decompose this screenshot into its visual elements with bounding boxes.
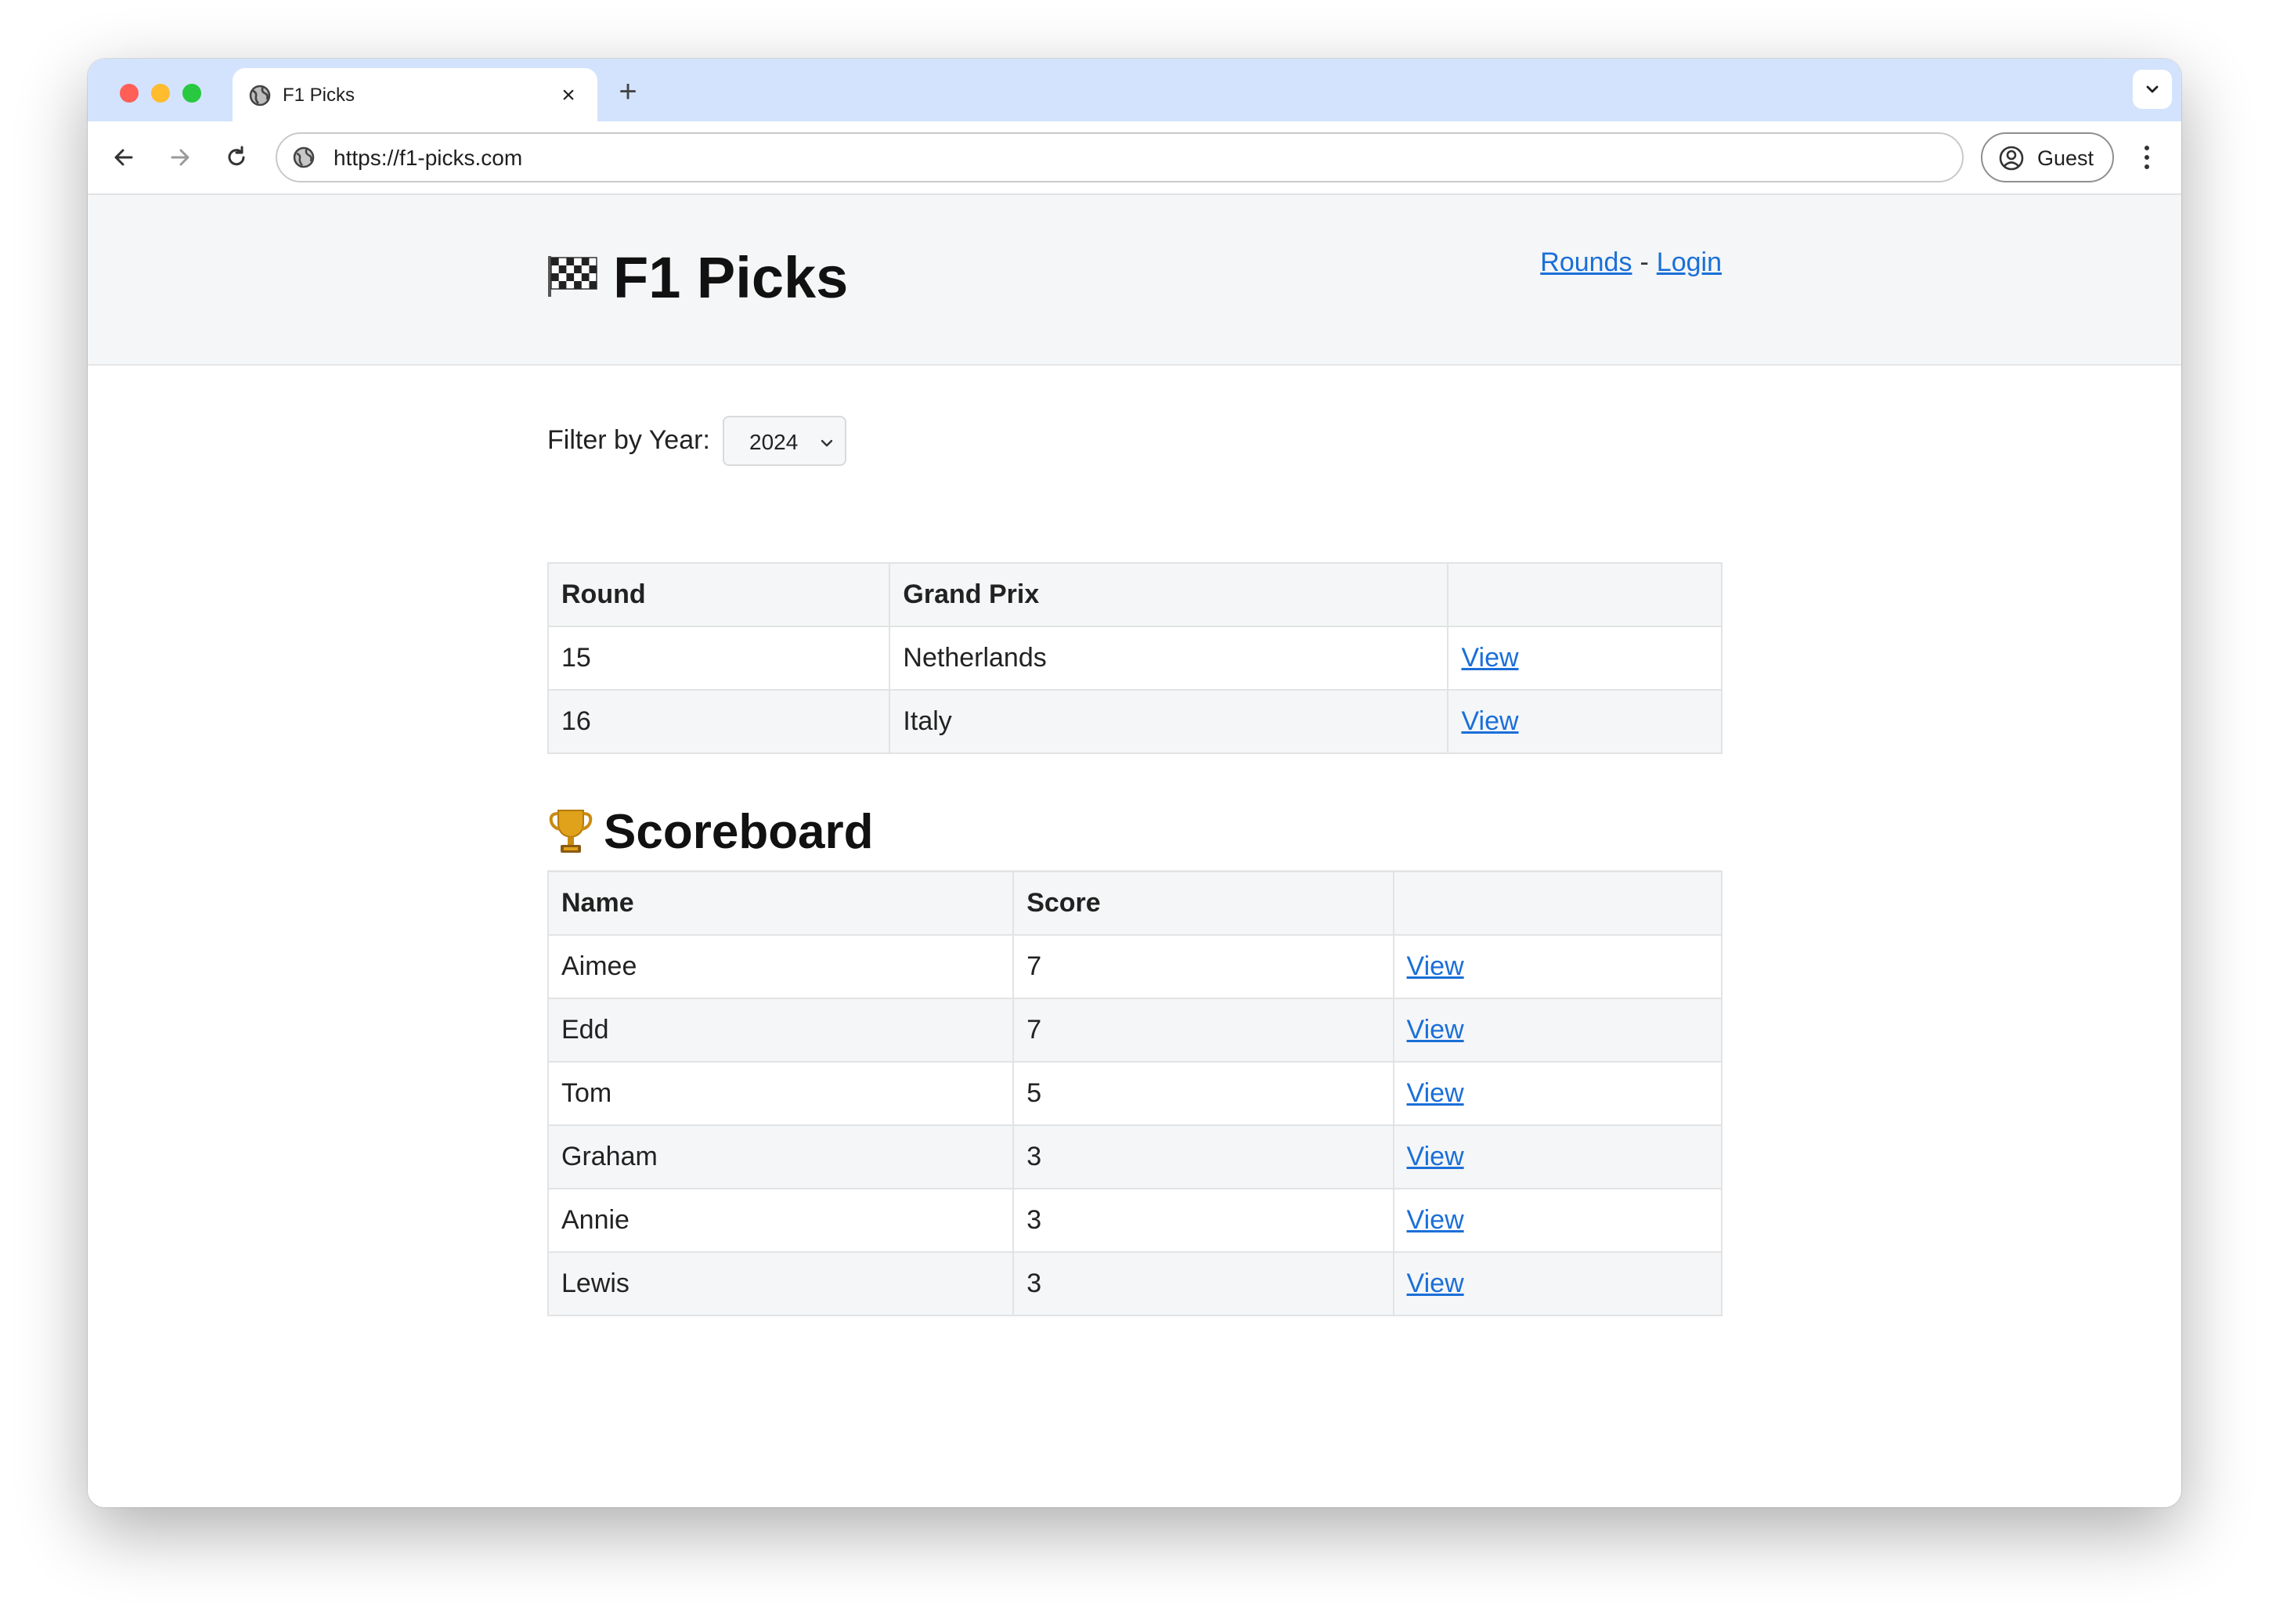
nav-separator: - <box>1640 247 1649 277</box>
action-cell: View <box>1392 998 1723 1063</box>
column-header-action <box>1392 871 1723 936</box>
action-cell: View <box>1392 1061 1723 1126</box>
table-row: Tom 5 View <box>547 1061 1723 1126</box>
table-row: Aimee 7 View <box>547 934 1723 999</box>
table-row: Lewis 3 View <box>547 1251 1723 1316</box>
forward-button[interactable] <box>164 142 196 173</box>
scoreboard-table: Name Score Aimee 7 View Edd 7 View Tom 5… <box>547 871 1723 1316</box>
kebab-menu-icon <box>2145 146 2149 169</box>
action-cell: View <box>1392 1251 1723 1316</box>
player-score: 3 <box>1012 1251 1394 1316</box>
maximize-window-button[interactable] <box>182 84 201 103</box>
filter-label: Filter by Year: <box>547 425 710 455</box>
action-cell: View <box>1447 626 1722 691</box>
close-window-button[interactable] <box>120 84 139 103</box>
player-name: Annie <box>547 1188 1015 1253</box>
browser-window: F1 Picks × + https://f1-picks.com Guest … <box>88 59 2181 1507</box>
view-player-link[interactable]: View <box>1407 951 1464 981</box>
address-bar[interactable]: https://f1-picks.com <box>276 132 1964 182</box>
table-header-row: Name Score <box>547 871 1723 936</box>
action-cell: View <box>1392 1188 1723 1253</box>
page-content: F1 Picks Rounds - Login Filter by Year: 20… <box>88 195 2181 1507</box>
column-header-round: Round <box>547 562 891 627</box>
player-name: Graham <box>547 1124 1015 1189</box>
scoreboard-heading: Scoreboard <box>547 804 1722 872</box>
arrow-right-icon <box>171 149 189 166</box>
view-player-link[interactable]: View <box>1407 1205 1464 1235</box>
action-cell: View <box>1392 934 1723 999</box>
view-round-link[interactable]: View <box>1461 706 1518 736</box>
player-name: Edd <box>547 998 1015 1063</box>
year-select[interactable]: 2024 <box>723 416 846 466</box>
top-nav: Rounds - Login <box>1540 245 1722 280</box>
player-score: 7 <box>1012 934 1394 999</box>
more-menu-button[interactable] <box>2139 143 2155 171</box>
profile-label: Guest <box>2037 146 2094 170</box>
site-info-icon[interactable] <box>291 145 316 170</box>
table-row: 16 Italy View <box>547 689 1722 754</box>
reload-icon <box>228 146 245 166</box>
tab-f1-picks[interactable]: F1 Picks × <box>233 68 597 123</box>
round-number: 15 <box>547 626 891 691</box>
browser-toolbar: https://f1-picks.com Guest <box>88 121 2181 195</box>
grand-prix-name: Netherlands <box>889 626 1449 691</box>
site-title: F1 Picks <box>613 245 849 310</box>
column-header-name: Name <box>547 871 1015 936</box>
player-score: 7 <box>1012 998 1394 1063</box>
view-player-link[interactable]: View <box>1407 1142 1464 1171</box>
scoreboard-title: Scoreboard <box>604 805 874 859</box>
player-name: Lewis <box>547 1251 1015 1316</box>
column-header-score: Score <box>1012 871 1394 936</box>
chevron-down-icon <box>821 439 833 447</box>
round-number: 16 <box>547 689 891 754</box>
table-row: Edd 7 View <box>547 998 1723 1063</box>
chevron-down-icon <box>2146 85 2159 93</box>
site-header: F1 Picks Rounds - Login <box>88 195 2181 366</box>
checkered-flag-icon <box>546 254 597 297</box>
grand-prix-name: Italy <box>889 689 1449 754</box>
url-text[interactable]: https://f1-picks.com <box>334 145 522 171</box>
back-button[interactable] <box>108 142 139 173</box>
rounds-table: Round Grand Prix 15 Netherlands View 16 … <box>547 562 1722 754</box>
table-row: Graham 3 View <box>547 1124 1723 1189</box>
view-player-link[interactable]: View <box>1407 1015 1464 1045</box>
player-score: 3 <box>1012 1124 1394 1189</box>
player-score: 5 <box>1012 1061 1394 1126</box>
action-cell: View <box>1392 1124 1723 1189</box>
tab-search-button[interactable] <box>2133 70 2172 109</box>
column-header-grand-prix: Grand Prix <box>889 562 1449 627</box>
reload-button[interactable] <box>221 142 252 173</box>
person-circle-icon <box>1998 145 2025 171</box>
tab-strip: F1 Picks × + <box>88 59 2181 123</box>
view-player-link[interactable]: View <box>1407 1078 1464 1108</box>
profile-button[interactable]: Guest <box>1981 132 2114 182</box>
table-header-row: Round Grand Prix <box>547 562 1722 627</box>
trophy-icon <box>547 806 594 856</box>
nav-login-link[interactable]: Login <box>1657 247 1722 277</box>
nav-rounds-link[interactable]: Rounds <box>1540 247 1632 277</box>
minimize-window-button[interactable] <box>151 84 170 103</box>
table-row: 15 Netherlands View <box>547 626 1722 691</box>
player-name: Aimee <box>547 934 1015 999</box>
view-player-link[interactable]: View <box>1407 1269 1464 1298</box>
tab-close-button[interactable]: × <box>555 82 582 109</box>
column-header-action <box>1447 562 1722 627</box>
action-cell: View <box>1447 689 1722 754</box>
player-name: Tom <box>547 1061 1015 1126</box>
player-score: 3 <box>1012 1188 1394 1253</box>
table-row: Annie 3 View <box>547 1188 1723 1253</box>
globe-icon <box>248 84 272 107</box>
year-select-value: 2024 <box>749 430 799 454</box>
new-tab-button[interactable]: + <box>612 76 644 107</box>
arrow-left-icon <box>114 149 133 166</box>
tab-title: F1 Picks <box>283 85 355 106</box>
view-round-link[interactable]: View <box>1461 643 1518 673</box>
